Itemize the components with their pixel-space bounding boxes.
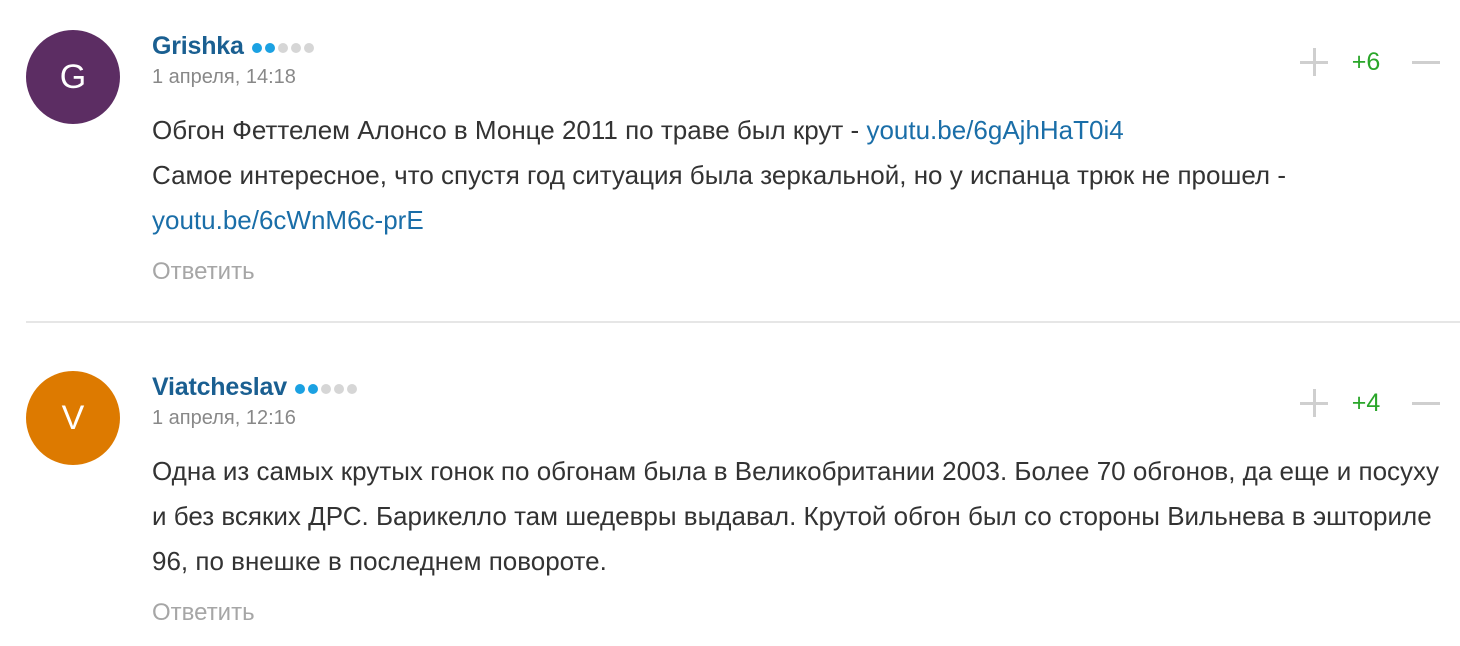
author-row: Viatcheslav xyxy=(152,371,360,403)
rank-dot xyxy=(303,43,314,53)
comment-link[interactable]: youtu.be/6gAjhHaT0i4 xyxy=(866,115,1123,145)
comment-text-part: Обгон Феттелем Алонсо в Монце 2011 по тр… xyxy=(152,115,867,145)
avatar[interactable]: V xyxy=(26,371,120,465)
vote-score: +6 xyxy=(1351,48,1381,76)
rank-dot xyxy=(346,384,357,394)
comment-text-part: Самое интересное, что спустя год ситуаци… xyxy=(152,160,1286,190)
user-rank-indicator xyxy=(251,43,317,53)
reply-button[interactable]: Ответить xyxy=(152,599,255,627)
author-name[interactable]: Grishka xyxy=(152,32,244,61)
minus-icon[interactable] xyxy=(1412,48,1440,76)
plus-icon[interactable] xyxy=(1300,48,1328,76)
comment-item: V Viatcheslav 1 апреля, 12:16 +4 Одна из… xyxy=(0,341,1460,646)
rank-dot xyxy=(307,384,318,394)
reply-button[interactable]: Ответить xyxy=(152,258,255,286)
comment-text: Обгон Феттелем Алонсо в Монце 2011 по тр… xyxy=(152,108,1442,243)
comment-divider xyxy=(26,321,1460,323)
rank-dot xyxy=(333,384,344,394)
rank-dot xyxy=(251,43,262,53)
comment-text: Одна из самых крутых гонок по обгонам бы… xyxy=(152,456,1440,576)
rank-dot xyxy=(294,384,305,394)
author-name[interactable]: Viatcheslav xyxy=(152,373,287,402)
comment-date: 1 апреля, 12:16 xyxy=(152,407,296,429)
vote-widget: +4 xyxy=(1296,385,1446,421)
plus-icon[interactable] xyxy=(1300,389,1328,417)
comments-list: G Grishka 1 апреля, 14:18 +6 Обгон Фетте… xyxy=(0,0,1460,646)
user-rank-indicator xyxy=(294,384,360,394)
avatar-letter: G xyxy=(59,58,87,96)
vote-widget: +6 xyxy=(1296,44,1446,80)
rank-dot xyxy=(277,43,288,53)
vote-score: +4 xyxy=(1351,389,1381,417)
comment-link[interactable]: youtu.be/6cWnM6c-prE xyxy=(152,205,424,235)
rank-dot xyxy=(264,43,275,53)
comment-date: 1 апреля, 14:18 xyxy=(152,66,296,88)
rank-dot xyxy=(320,384,331,394)
minus-icon[interactable] xyxy=(1412,389,1440,417)
avatar[interactable]: G xyxy=(26,30,120,124)
author-row: Grishka xyxy=(152,30,317,62)
avatar-letter: V xyxy=(61,399,85,437)
comment-item: G Grishka 1 апреля, 14:18 +6 Обгон Фетте… xyxy=(0,0,1460,322)
rank-dot xyxy=(290,43,301,53)
